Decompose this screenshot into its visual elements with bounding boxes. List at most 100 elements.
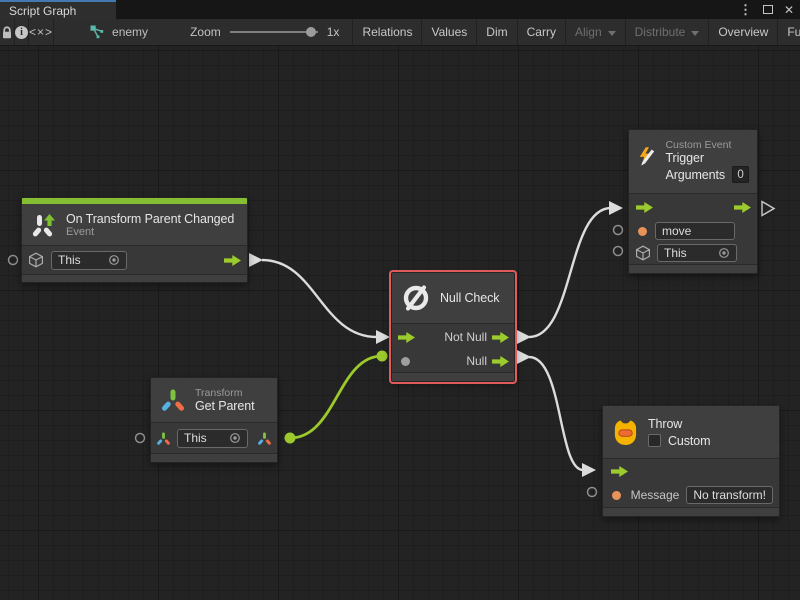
value-in-icon[interactable] xyxy=(401,357,410,366)
node-header[interactable]: Throw Custom xyxy=(603,406,779,458)
node-on-transform-parent-changed[interactable]: On Transform Parent Changed Event This xyxy=(21,197,248,283)
target-object-field[interactable]: This xyxy=(51,251,127,270)
zoom-control: Zoom 1x xyxy=(181,19,352,45)
gameobject-cube-icon xyxy=(635,245,651,261)
graph-name-label: enemy xyxy=(112,25,148,39)
maximize-icon[interactable] xyxy=(763,5,773,14)
null-check-icon xyxy=(401,283,431,313)
transform-type-icon[interactable] xyxy=(156,431,171,446)
info-icon: i xyxy=(15,26,28,39)
node-header[interactable]: Null Check xyxy=(392,273,514,323)
arguments-count-field[interactable]: 0 xyxy=(732,166,749,183)
arguments-label: Arguments xyxy=(665,168,725,182)
arguments-row: Arguments 0 xyxy=(665,166,749,183)
throw-exception-icon xyxy=(612,418,639,447)
chevron-down-icon xyxy=(608,31,616,36)
toolbar-button-fullscreen[interactable]: Full Screen xyxy=(778,19,800,45)
string-value-in-icon[interactable] xyxy=(638,227,647,236)
flow-in-icon[interactable] xyxy=(611,466,628,477)
node-footer xyxy=(629,264,757,273)
zoom-slider[interactable] xyxy=(230,26,318,38)
port-row-message: Message No transform! xyxy=(603,483,779,507)
port-row-flow xyxy=(603,459,779,483)
flow-out-icon[interactable] xyxy=(492,356,509,367)
toolbar-button-overview[interactable]: Overview xyxy=(709,19,778,45)
string-value-in-icon[interactable] xyxy=(612,491,621,500)
port-row: This xyxy=(22,246,247,274)
info-button[interactable]: i xyxy=(15,19,29,45)
node-category: Transform xyxy=(195,387,254,399)
message-label: Message xyxy=(631,488,680,502)
custom-checkbox[interactable] xyxy=(648,434,661,447)
flow-out-icon[interactable] xyxy=(492,332,509,343)
transform-icon xyxy=(160,387,186,413)
field-value: This xyxy=(664,246,687,260)
port-row-null: Null xyxy=(392,350,514,372)
port-row-not-null: Not Null xyxy=(392,324,514,350)
node-null-check[interactable]: Null Check Not Null Null xyxy=(391,272,515,382)
code-icon: <×> xyxy=(29,25,53,39)
node-header[interactable]: On Transform Parent Changed Event xyxy=(22,204,247,245)
lock-button[interactable] xyxy=(0,19,15,45)
script-graph-icon xyxy=(89,24,105,40)
object-picker-icon[interactable] xyxy=(229,432,241,444)
zoom-label: Zoom xyxy=(190,25,221,39)
button-label: Distribute xyxy=(635,25,686,39)
node-header[interactable]: Custom Event Trigger Arguments 0 xyxy=(629,130,757,193)
graph-breadcrumb[interactable]: enemy xyxy=(80,19,157,45)
message-field[interactable]: No transform! xyxy=(686,486,773,504)
button-label: Dim xyxy=(486,25,507,39)
field-value: move xyxy=(662,224,691,238)
node-title: Trigger xyxy=(665,151,749,165)
transform-output-icon[interactable] xyxy=(257,431,272,446)
flow-in-icon[interactable] xyxy=(398,332,415,343)
button-label: Carry xyxy=(527,25,556,39)
kebab-menu-icon[interactable]: ⋮ xyxy=(739,3,752,16)
window-tab-bar: Script Graph ⋮ ✕ xyxy=(0,0,800,19)
object-picker-icon[interactable] xyxy=(718,247,730,259)
toolbar-button-relations[interactable]: Relations xyxy=(353,19,422,45)
node-footer xyxy=(151,453,277,462)
code-preview-button[interactable]: <×> xyxy=(29,19,54,45)
field-value: No transform! xyxy=(693,488,766,502)
window-controls: ⋮ ✕ xyxy=(739,0,794,19)
port-row: This xyxy=(151,423,277,453)
zoom-slider-track[interactable] xyxy=(230,31,318,33)
node-footer xyxy=(603,507,779,516)
button-label: Overview xyxy=(718,25,768,39)
node-title: On Transform Parent Changed xyxy=(66,212,234,226)
button-label: Align xyxy=(575,25,602,39)
flow-out-icon[interactable] xyxy=(734,202,751,213)
graph-toolbar: i <×> enemy Zoom 1x Relations Values Dim… xyxy=(0,19,800,46)
node-title: Get Parent xyxy=(195,399,254,413)
node-throw[interactable]: Throw Custom Message No transform! xyxy=(602,405,780,517)
port-row-flow xyxy=(629,194,757,220)
flow-in-icon[interactable] xyxy=(636,202,653,213)
event-name-field[interactable]: move xyxy=(655,222,735,240)
node-get-parent[interactable]: Transform Get Parent This xyxy=(150,377,278,463)
node-header[interactable]: Transform Get Parent xyxy=(151,378,277,422)
tab-script-graph[interactable]: Script Graph xyxy=(0,0,116,19)
field-value: This xyxy=(184,431,207,445)
tab-label: Script Graph xyxy=(9,4,76,18)
toolbar-button-distribute[interactable]: Distribute xyxy=(626,19,710,45)
node-trigger-custom-event[interactable]: Custom Event Trigger Arguments 0 move xyxy=(628,129,758,274)
toolbar-button-values[interactable]: Values xyxy=(422,19,477,45)
object-picker-icon[interactable] xyxy=(108,254,120,266)
node-title: Null Check xyxy=(440,291,499,305)
zoom-slider-handle[interactable] xyxy=(306,27,316,37)
toolbar-button-carry[interactable]: Carry xyxy=(518,19,566,45)
port-row-name: move xyxy=(629,220,757,242)
flow-out-icon[interactable] xyxy=(224,255,241,266)
button-label: Full Screen xyxy=(787,25,800,39)
node-title: Throw xyxy=(648,417,710,431)
target-object-field[interactable]: This xyxy=(177,429,248,448)
transform-event-icon xyxy=(31,212,57,238)
node-category: Custom Event xyxy=(665,139,749,151)
toolbar-button-dim[interactable]: Dim xyxy=(477,19,517,45)
close-icon[interactable]: ✕ xyxy=(784,4,794,16)
lock-icon xyxy=(0,25,14,40)
gameobject-cube-icon xyxy=(28,252,44,268)
target-object-field[interactable]: This xyxy=(657,244,737,262)
toolbar-button-align[interactable]: Align xyxy=(566,19,626,45)
